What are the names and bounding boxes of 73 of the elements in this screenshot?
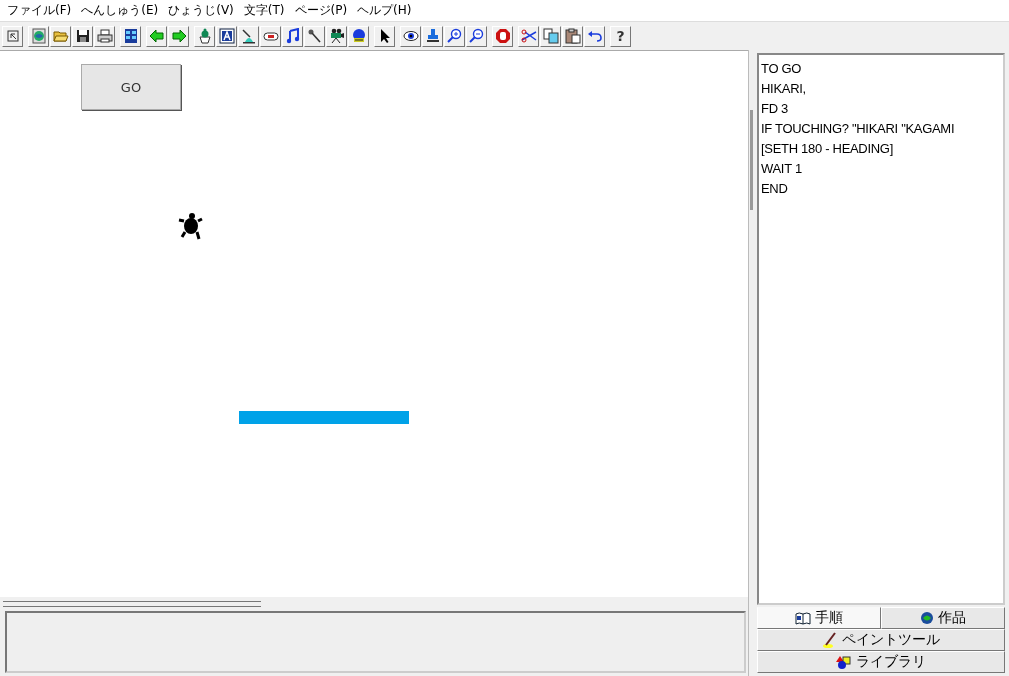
text-box-button[interactable] xyxy=(216,25,237,47)
zoom-in-button[interactable] xyxy=(444,25,465,47)
menu-item[interactable]: ページ(P) xyxy=(289,2,353,19)
pointer-box-button[interactable] xyxy=(2,25,23,47)
menu-item[interactable]: ヘルプ(H) xyxy=(352,2,417,19)
open-folder-icon xyxy=(52,28,69,44)
copy-button[interactable] xyxy=(540,25,561,47)
code-line: FD 3 xyxy=(761,100,789,118)
eye-icon xyxy=(402,28,419,44)
right-arrow-button[interactable] xyxy=(168,25,189,47)
splitter-handle[interactable] xyxy=(3,601,261,607)
pointer-box-icon xyxy=(4,28,21,44)
music-note-icon xyxy=(284,28,301,44)
save-button[interactable] xyxy=(72,25,93,47)
code-line: IF TOUCHING? "HIKARI "KAGAMI xyxy=(761,120,956,138)
globe-document-button[interactable] xyxy=(28,25,49,47)
turtle-icon xyxy=(178,211,204,241)
brush-icon xyxy=(822,632,838,648)
scissors-icon xyxy=(520,28,537,44)
stop-hand-icon xyxy=(494,28,511,44)
paste-icon xyxy=(564,28,581,44)
tab[interactable]: ライブラリ xyxy=(757,651,1005,673)
text-box-icon xyxy=(218,28,235,44)
shapes-icon xyxy=(836,655,852,669)
procedure-editor[interactable]: TO GO HIKARI, FD 3 IF TOUCHING? "HIKARI "KAGAMI [SETH 180 - HEADING] WAIT 1 END xyxy=(757,53,1005,605)
printer-button[interactable] xyxy=(94,25,115,47)
tab[interactable]: 手順 xyxy=(757,607,881,629)
globe-icon xyxy=(920,611,934,625)
paste-button[interactable] xyxy=(562,25,583,47)
tab[interactable]: 作品 xyxy=(881,607,1005,629)
right-arrow-icon xyxy=(170,28,187,44)
zoom-in-icon xyxy=(446,28,463,44)
code-line: TO GO xyxy=(761,60,803,78)
menu-item[interactable]: ファイル(F) xyxy=(2,2,77,19)
book-icon xyxy=(795,611,811,625)
copy-icon xyxy=(542,28,559,44)
panels-icon xyxy=(122,28,139,44)
zoom-out-button[interactable] xyxy=(466,25,487,47)
code-line: END xyxy=(761,180,789,198)
menu-item[interactable]: ひょうじ(V) xyxy=(163,2,239,19)
menu-item[interactable]: へんしゅう(E) xyxy=(76,2,164,19)
undo-icon xyxy=(586,28,603,44)
printer-icon xyxy=(96,28,113,44)
capsule-button[interactable] xyxy=(260,25,281,47)
go-button[interactable]: GO xyxy=(81,64,181,110)
menu-item[interactable]: 文字(T) xyxy=(238,2,290,19)
music-note-button[interactable] xyxy=(282,25,303,47)
stamp-button[interactable] xyxy=(422,25,443,47)
code-line: WAIT 1 xyxy=(761,160,803,178)
save-icon xyxy=(74,28,91,44)
arrow-cursor-button[interactable] xyxy=(374,25,395,47)
code-line: HIKARI, xyxy=(761,80,807,98)
microphone-icon xyxy=(306,28,323,44)
zoom-out-icon xyxy=(468,28,485,44)
eye-button[interactable] xyxy=(400,25,421,47)
movie-camera-icon xyxy=(328,28,345,44)
tab[interactable]: ペイントツール xyxy=(757,629,1005,651)
open-folder-button[interactable] xyxy=(50,25,71,47)
scissors-button[interactable] xyxy=(518,25,539,47)
code-line: [SETH 180 - HEADING] xyxy=(761,140,894,158)
globe-document-icon xyxy=(30,28,47,44)
left-arrow-icon xyxy=(148,28,165,44)
stand-button[interactable] xyxy=(238,25,259,47)
help-button[interactable]: ? xyxy=(610,25,631,47)
microphone-button[interactable] xyxy=(304,25,325,47)
movie-camera-button[interactable] xyxy=(326,25,347,47)
stamp-icon xyxy=(424,28,441,44)
left-arrow-button[interactable] xyxy=(146,25,167,47)
divider-handle[interactable] xyxy=(750,110,753,210)
undo-button[interactable] xyxy=(584,25,605,47)
stand-icon xyxy=(240,28,257,44)
stop-hand-button[interactable] xyxy=(492,25,513,47)
panels-button[interactable] xyxy=(120,25,141,47)
